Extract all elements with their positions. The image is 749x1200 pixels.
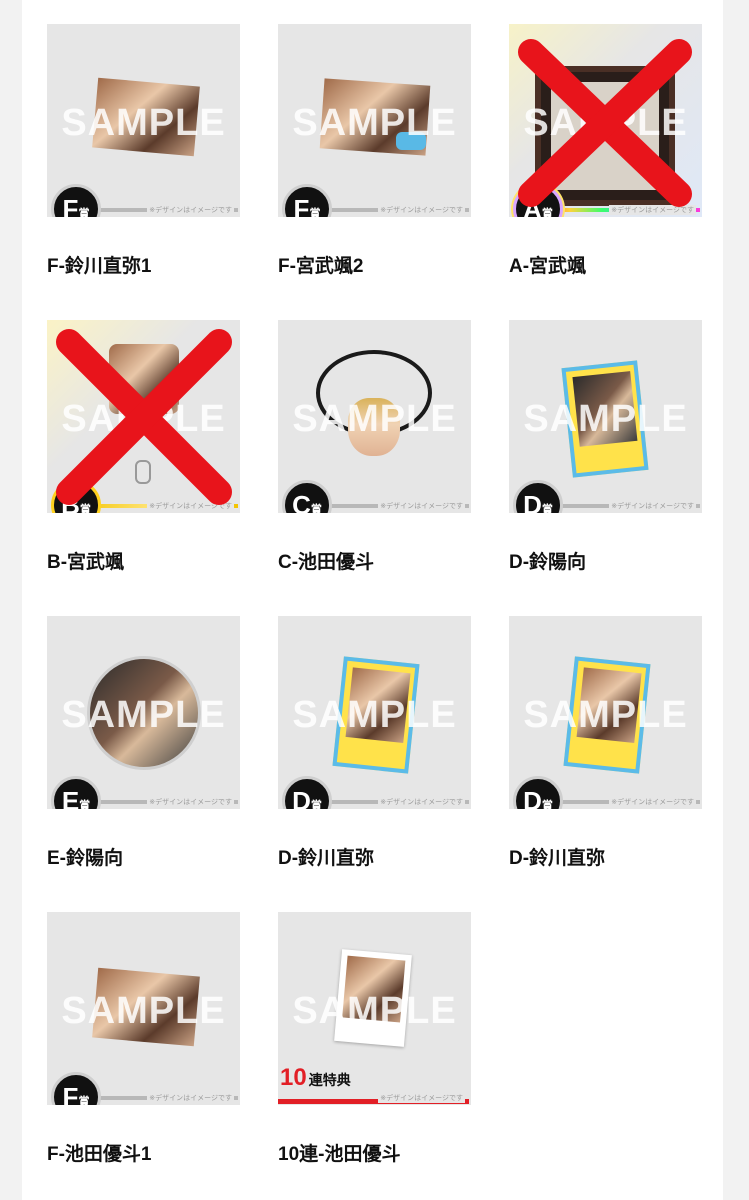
disclaimer-text: ※デザインはイメージです [609,205,696,215]
disclaimer-text: ※デザインはイメージです [609,797,696,807]
prize-rank-badge: D賞 [282,776,332,809]
prize-thumbnail[interactable]: SAMPLE ※デザインはイメージです F賞 [278,24,471,217]
prize-caption: F-宮武颯2 [278,256,364,277]
disclaimer-text: ※デザインはイメージです [378,797,465,807]
prize-rank-badge: B賞 [51,480,101,513]
prize-rank-badge: D賞 [513,480,563,513]
disclaimer-text: ※デザインはイメージです [147,797,234,807]
prize-card[interactable]: SAMPLE ※デザインはイメージです F賞 F-宮武颯2 [278,24,471,278]
acrylic-stand-image [109,344,179,414]
prize-card[interactable]: SAMPLE ※デザインはイメージです 10 連特典 10連-池田優斗 [278,912,471,1166]
disclaimer-text: ※デザインはイメージです [378,205,465,215]
prize-caption: A-宮武颯 [509,256,587,277]
prize-caption: D-鈴川直弥 [278,848,375,869]
disclaimer-text: ※デザインはイメージです [147,1093,234,1103]
prize-caption: D-鈴川直弥 [509,848,606,869]
prize-card[interactable]: SAMPLE ※デザインはイメージです E賞 E-鈴陽向 [47,616,240,870]
prize-rank-badge: E賞 [51,776,101,809]
prize-caption: F-鈴川直弥1 [47,256,152,277]
prize-thumbnail[interactable]: SAMPLE ※デザインはイメージです D賞 [509,616,702,809]
prize-card[interactable]: SAMPLE ※デザインはイメージです C賞 C-池田優斗 [278,320,471,574]
bonus-text: 連特典 [308,1073,351,1089]
prize-thumbnail[interactable]: SAMPLE ※デザインはイメージです D賞 [278,616,471,809]
prize-caption: E-鈴陽向 [47,848,124,869]
prize-card[interactable]: SAMPLE ※デザインはイメージです A賞 A-宮武颯 [509,24,702,278]
prize-thumbnail[interactable]: SAMPLE ※デザインはイメージです F賞 [47,24,240,217]
prize-thumbnail[interactable]: SAMPLE ※デザインはイメージです F賞 [47,912,240,1105]
disclaimer-text: ※デザインはイメージです [378,1093,465,1103]
prize-rank-badge: D賞 [513,776,563,809]
prize-grid-panel: SAMPLE ※デザインはイメージです F賞 F-鈴川直弥1 SAMPLE ※デ… [22,0,723,1200]
strap-ring-icon [135,460,151,484]
prize-card[interactable]: SAMPLE ※デザインはイメージです D賞 D-鈴陽向 [509,320,702,574]
bonus-number: 10 [280,1064,307,1091]
prize-caption: D-鈴陽向 [509,552,587,573]
prize-card[interactable]: SAMPLE ※デザインはイメージです F賞 F-池田優斗1 [47,912,240,1166]
prize-caption: 10連-池田優斗 [278,1144,401,1165]
prize-thumbnail[interactable]: SAMPLE ※デザインはイメージです A賞 [509,24,702,217]
can-badge-image [87,656,201,770]
id-photo-sheet-image [561,360,649,478]
prize-caption: F-池田優斗1 [47,1144,152,1165]
prize-card[interactable]: SAMPLE ※デザインはイメージです D賞 D-鈴川直弥 [509,616,702,870]
disclaimer-text: ※デザインはイメージです [609,501,696,511]
prize-caption: C-池田優斗 [278,552,375,573]
prize-thumbnail[interactable]: SAMPLE ※デザインはイメージです D賞 [509,320,702,513]
prize-thumbnail[interactable]: SAMPLE ※デザインはイメージです 10 連特典 [278,912,471,1105]
prize-caption: B-宮武颯 [47,552,125,573]
bonus-label: 10 連特典 [280,1064,351,1092]
prize-thumbnail[interactable]: SAMPLE ※デザインはイメージです B賞 [47,320,240,513]
id-photo-sheet-image [332,656,420,774]
logo-sticker-icon [396,132,426,150]
id-photo-sheet-image [563,656,651,774]
prize-thumbnail[interactable]: SAMPLE ※デザインはイメージです C賞 [278,320,471,513]
instant-photo-image [334,949,412,1047]
face-charm-image [348,398,400,456]
postcard-image [92,967,200,1047]
disclaimer-text: ※デザインはイメージです [147,501,234,511]
prize-rank-badge: F賞 [51,1072,101,1105]
postcard-image [92,77,200,157]
prize-card[interactable]: SAMPLE ※デザインはイメージです F賞 F-鈴川直弥1 [47,24,240,278]
prize-thumbnail[interactable]: SAMPLE ※デザインはイメージです E賞 [47,616,240,809]
framed-photo-image [535,66,675,206]
prize-rank-badge: F賞 [282,184,332,217]
disclaimer-text: ※デザインはイメージです [147,205,234,215]
disclaimer-text: ※デザインはイメージです [378,501,465,511]
prize-rank-badge: F賞 [51,184,101,217]
prize-card[interactable]: SAMPLE ※デザインはイメージです B賞 B-宮武颯 [47,320,240,574]
prize-rank-badge: C賞 [282,480,332,513]
prize-card[interactable]: SAMPLE ※デザインはイメージです D賞 D-鈴川直弥 [278,616,471,870]
